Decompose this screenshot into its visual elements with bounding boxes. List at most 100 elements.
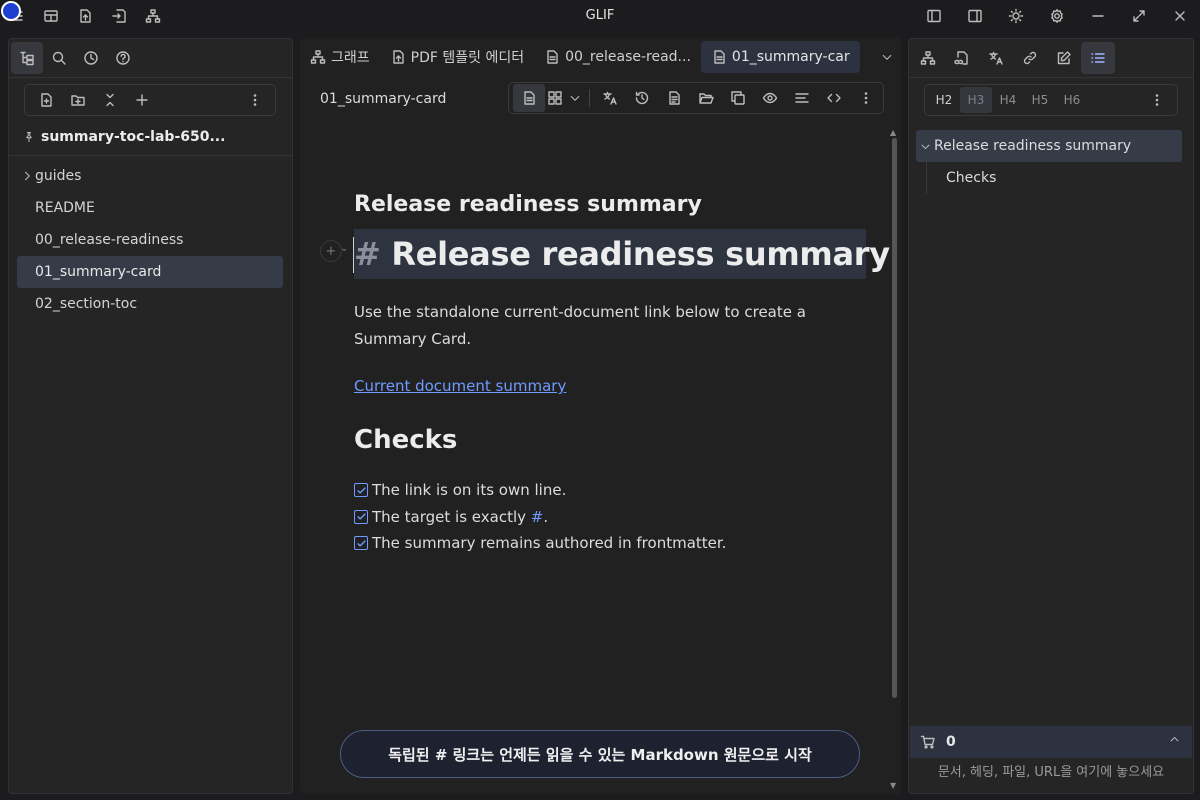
folder-open-icon [699,93,714,104]
toc-item-checks[interactable]: Checks [916,162,1182,194]
tab-edit[interactable] [1047,42,1081,74]
checkbox-checked[interactable] [354,509,368,524]
tab-overflow-button[interactable] [873,45,901,69]
more-vertical-icon [864,92,868,104]
tab-links[interactable] [1013,42,1047,74]
import-button[interactable] [102,0,136,32]
tab-graph[interactable]: 그래프 [300,41,380,73]
checkbox-checked[interactable] [354,483,368,498]
cart-count: 0 [946,734,956,750]
block-handle-icon[interactable]: ⌄ [340,243,348,254]
collapse-all-button[interactable] [94,85,126,115]
cursor-indicator [1,1,21,21]
collapse-icon [106,93,114,107]
inline-hash-link[interactable]: # [531,508,544,526]
toggle-left-sidebar-button[interactable] [913,0,954,32]
collection-cart-bar[interactable]: 0 [910,726,1192,758]
checkbox-checked[interactable] [354,536,368,551]
drop-zone-hint[interactable]: 문서, 헤딩, 파일, URL을 여기에 놓으세요 [909,761,1193,780]
tab-graph-view[interactable] [911,42,945,74]
heading-toolbar-more-button[interactable] [1141,87,1173,113]
current-document-summary-link[interactable]: Current document summary [354,377,566,395]
tab-file-link[interactable] [945,42,979,74]
file-explorer-panel: summary-toc-lab-650... guides README 00_… [8,38,293,794]
tab-01-summary-card[interactable]: 01_summary-car [700,41,860,73]
tree-item-01-summary-card[interactable]: 01_summary-card [17,256,283,288]
search-icon [52,51,66,65]
grid-view-button[interactable] [545,84,565,112]
tree-item-00-release-readiness[interactable]: 00_release-readiness [17,224,283,256]
tab-help[interactable] [107,42,139,74]
minimize-button[interactable] [1077,0,1118,32]
view-dropdown-button[interactable] [565,84,585,112]
paragraph: Use the standalone current-document link… [354,299,866,353]
tree-item-readme[interactable]: README [17,192,283,224]
new-folder-icon [71,95,85,106]
tab-file-tree[interactable] [11,42,43,74]
new-file-button[interactable] [30,85,62,115]
tree-item-02-section-toc[interactable]: 02_section-toc [17,288,283,320]
close-button[interactable] [1159,0,1200,32]
scrollbar-thumb[interactable] [892,138,897,698]
maximize-button[interactable] [1118,0,1159,32]
copy-button[interactable] [722,84,754,112]
tab-outline[interactable] [1081,42,1115,74]
tab-search[interactable] [43,42,75,74]
source-code-button[interactable] [818,84,850,112]
tab-translate[interactable] [979,42,1013,74]
heading-1-block[interactable]: + ⌄ # Release readiness summary [320,229,890,279]
outline-button[interactable] [786,84,818,112]
document-header: 01_summary-card [300,78,901,118]
hierarchy-button[interactable] [136,0,170,32]
gear-icon [1050,9,1063,23]
grid-icon [548,91,562,105]
heading-level-h2-button[interactable]: H2 [928,87,960,113]
preview-button[interactable] [754,84,786,112]
workspace-header[interactable]: summary-toc-lab-650... [23,129,225,145]
heading-level-h4-button[interactable]: H4 [992,87,1024,113]
page-button[interactable] [658,84,690,112]
check-icon [356,487,366,494]
heading-2-checks: Checks [354,425,458,455]
checklist-item: The summary remains authored in frontmat… [354,530,866,557]
left-sidebar-icon [926,9,941,23]
toggle-right-sidebar-button[interactable] [954,0,995,32]
add-block-icon[interactable]: + [320,240,342,262]
document-content[interactable]: Release readiness summary + ⌄ # Release … [320,188,890,557]
open-folder-button[interactable] [690,84,722,112]
chevron-up-icon[interactable] [1169,734,1180,745]
heading-1: # Release readiness summary [354,235,890,273]
tab-pdf-template-editor[interactable]: PDF 템플릿 에디터 [380,41,534,73]
summary-title: Release readiness summary [354,192,702,217]
toc-item-release-readiness-summary[interactable]: Release readiness summary [916,130,1182,162]
document-more-button[interactable] [850,84,882,112]
edit-icon [1057,51,1071,65]
scroll-up-arrow[interactable]: ▲ [890,128,896,137]
eye-icon [762,92,778,104]
translate-button[interactable] [594,84,626,112]
tab-label: PDF 템플릿 에디터 [410,50,525,66]
sun-icon [1008,8,1023,24]
editor-tab-bar: 그래프 PDF 템플릿 에디터 00_release-read... 01_su… [300,38,901,76]
scroll-down-arrow[interactable]: ▼ [890,781,896,790]
heading-level-h3-button[interactable]: H3 [960,87,992,113]
tree-folder-guides[interactable]: guides [17,160,283,192]
export-button[interactable] [68,0,102,32]
hierarchy-icon [145,9,161,23]
file-toolbar-more-button[interactable] [239,85,271,115]
divider [9,155,292,156]
heading-level-h6-button[interactable]: H6 [1056,87,1088,113]
tab-00-release-readiness[interactable]: 00_release-read... [534,41,701,73]
settings-button[interactable] [1036,0,1077,32]
theme-toggle-button[interactable] [995,0,1036,32]
add-button[interactable] [126,85,158,115]
history-button[interactable] [626,84,658,112]
new-folder-button[interactable] [62,85,94,115]
heading-level-h5-button[interactable]: H5 [1024,87,1056,113]
tab-history[interactable] [75,42,107,74]
chevron-down-icon[interactable] [916,141,934,152]
document-view-button[interactable] [513,84,545,112]
layout-button[interactable] [34,0,68,32]
outline-panel: H2 H3 H4 H5 H6 Release readiness summary… [908,38,1194,794]
help-icon [116,51,130,65]
